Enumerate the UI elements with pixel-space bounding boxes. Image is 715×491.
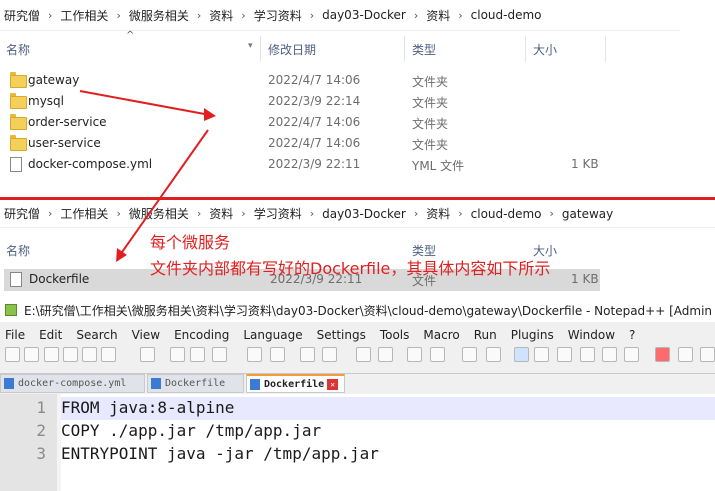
arrow-to-folders bbox=[79, 90, 216, 121]
annotation-text-line1: 每个微服务 bbox=[150, 233, 231, 252]
annotation-text-line2: 文件夹内部都有写好的Dockerfile，其具体内容如下所示 bbox=[150, 259, 551, 278]
annotation-arrows bbox=[79, 90, 216, 262]
